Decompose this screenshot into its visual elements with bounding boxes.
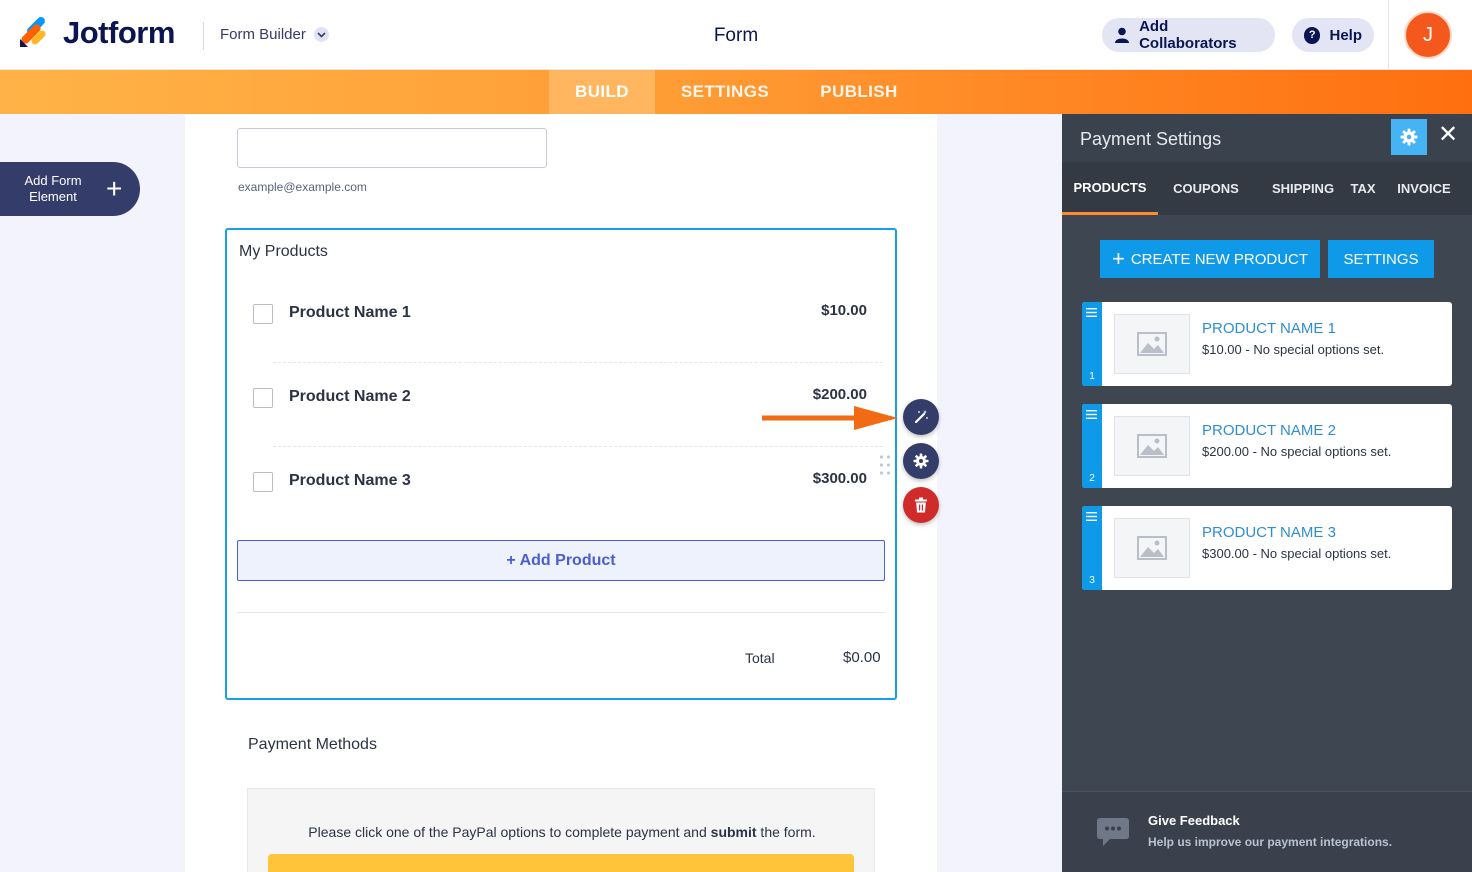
product-card-description: $10.00 - No special options set. <box>1202 342 1385 357</box>
product-price: $200.00 <box>812 386 867 403</box>
create-new-product-button[interactable]: + CREATE NEW PRODUCT <box>1100 240 1320 278</box>
total-value: $0.00 <box>843 649 881 666</box>
hamburger-icon <box>1086 308 1097 317</box>
drag-handle-icon[interactable] <box>879 454 891 476</box>
tab-invoice[interactable]: INVOICE <box>1392 162 1456 215</box>
product-price: $10.00 <box>821 302 867 319</box>
product-price: $300.00 <box>812 470 867 487</box>
form-title[interactable]: Form <box>680 25 792 47</box>
product-card-name[interactable]: PRODUCT NAME 3 <box>1202 524 1336 541</box>
brand-name[interactable]: Jotform <box>63 15 175 51</box>
add-collaborators-label: Add Collaborators <box>1139 18 1237 52</box>
drag-handle[interactable]: 3 <box>1082 506 1102 590</box>
panel-title: Payment Settings <box>1080 129 1222 149</box>
gear-icon <box>913 453 929 469</box>
close-icon[interactable]: ✕ <box>1437 123 1459 147</box>
image-placeholder-icon <box>1114 314 1190 374</box>
add-form-element-label: Add Form Element <box>24 173 82 204</box>
paypal-instructions: Please click one of the PayPal options t… <box>308 824 816 840</box>
question-icon: ? <box>1304 26 1321 44</box>
top-header: Jotform Form Builder Form Add Collaborat… <box>0 0 1472 70</box>
add-collaborators-button[interactable]: Add Collaborators <box>1102 18 1275 52</box>
hamburger-icon <box>1086 512 1097 521</box>
product-name: Product Name 1 <box>289 304 411 321</box>
drag-handle[interactable]: 2 <box>1082 404 1102 488</box>
payment-settings-panel: Payment Settings ✕ PRODUCTS COUPONS SHIP… <box>1062 114 1472 872</box>
magic-wand-icon <box>914 410 928 424</box>
total-divider <box>237 612 885 613</box>
products-field[interactable]: My Products Product Name 1 $10.00 Produc… <box>225 228 897 700</box>
help-button[interactable]: ? Help <box>1292 18 1374 52</box>
tab-tax[interactable]: TAX <box>1346 162 1380 215</box>
field-delete-button[interactable] <box>903 487 939 523</box>
tab-shipping[interactable]: SHIPPING <box>1266 162 1340 215</box>
image-placeholder-icon <box>1114 518 1190 578</box>
user-avatar[interactable]: J <box>1404 11 1452 59</box>
help-label: Help <box>1329 26 1362 44</box>
product-checkbox[interactable] <box>253 304 273 324</box>
builder-nav: BUILD SETTINGS PUBLISH <box>0 70 1472 114</box>
add-product-button[interactable]: + Add Product <box>237 540 885 581</box>
tab-publish[interactable]: PUBLISH <box>806 70 912 114</box>
product-name: Product Name 2 <box>289 388 411 405</box>
arrow-annotation-icon <box>762 406 898 430</box>
product-index: 3 <box>1089 575 1095 586</box>
email-field[interactable] <box>237 128 547 168</box>
image-placeholder-icon <box>1114 416 1190 476</box>
header-separator <box>1388 0 1389 70</box>
feedback-subtitle: Help us improve our payment integrations… <box>1148 835 1393 849</box>
add-form-element-button[interactable]: Add Form Element + <box>0 162 140 216</box>
product-card-name[interactable]: PRODUCT NAME 2 <box>1202 422 1336 439</box>
hamburger-icon <box>1086 410 1097 419</box>
plus-icon: + <box>106 173 123 204</box>
payment-settings-button[interactable]: SETTINGS <box>1328 240 1434 278</box>
products-title[interactable]: My Products <box>239 243 328 261</box>
panel-header: Payment Settings ✕ <box>1062 114 1472 162</box>
tab-settings[interactable]: SETTINGS <box>666 70 784 114</box>
feedback-title: Give Feedback <box>1148 813 1240 828</box>
product-divider <box>273 446 883 447</box>
plus-icon: + <box>1111 246 1125 271</box>
jotform-logo-icon[interactable] <box>18 17 50 49</box>
panel-tabs: PRODUCTS COUPONS SHIPPING TAX INVOICE <box>1062 162 1472 215</box>
form-builder-label: Form Builder <box>220 26 306 43</box>
trash-icon <box>915 497 927 513</box>
product-card-name[interactable]: PRODUCT NAME 1 <box>1202 320 1336 337</box>
give-feedback-section[interactable]: Give Feedback Help us improve our paymen… <box>1062 791 1472 872</box>
product-card[interactable]: 3 PRODUCT NAME 3 $300.00 - No special op… <box>1082 506 1452 590</box>
product-index: 2 <box>1089 473 1095 484</box>
email-sublabel: example@example.com <box>238 180 367 194</box>
chat-bubble-icon <box>1097 818 1129 846</box>
payment-gear-button[interactable] <box>1391 119 1427 155</box>
gear-icon <box>1400 128 1418 146</box>
drag-handle[interactable]: 1 <box>1082 302 1102 386</box>
product-card-description: $200.00 - No special options set. <box>1202 444 1392 459</box>
field-wand-button[interactable] <box>903 399 939 435</box>
tab-products[interactable]: PRODUCTS <box>1062 162 1158 215</box>
product-index: 1 <box>1089 371 1095 382</box>
paypal-checkout-button[interactable] <box>268 854 854 872</box>
user-icon <box>1114 27 1130 44</box>
chevron-down-icon <box>313 27 329 42</box>
product-divider <box>273 362 883 363</box>
payment-methods-title: Payment Methods <box>248 736 377 753</box>
header-divider <box>203 22 204 50</box>
product-row[interactable]: Product Name 3 $300.00 <box>227 462 895 502</box>
product-card-description: $300.00 - No special options set. <box>1202 546 1392 561</box>
total-label: Total <box>745 650 775 666</box>
paypal-section: Please click one of the PayPal options t… <box>247 788 875 872</box>
product-checkbox[interactable] <box>253 472 273 492</box>
product-row[interactable]: Product Name 1 $10.00 <box>227 294 895 334</box>
form-builder-dropdown[interactable]: Form Builder <box>220 26 329 43</box>
create-new-product-label: CREATE NEW PRODUCT <box>1130 250 1309 268</box>
product-name: Product Name 3 <box>289 472 411 489</box>
product-checkbox[interactable] <box>253 388 273 408</box>
product-card[interactable]: 2 PRODUCT NAME 2 $200.00 - No special op… <box>1082 404 1452 488</box>
tab-coupons[interactable]: COUPONS <box>1162 162 1250 215</box>
field-settings-button[interactable] <box>903 443 939 479</box>
tab-build[interactable]: BUILD <box>549 70 655 114</box>
form-canvas: example@example.com My Products Product … <box>185 114 937 872</box>
product-card[interactable]: 1 PRODUCT NAME 1 $10.00 - No special opt… <box>1082 302 1452 386</box>
